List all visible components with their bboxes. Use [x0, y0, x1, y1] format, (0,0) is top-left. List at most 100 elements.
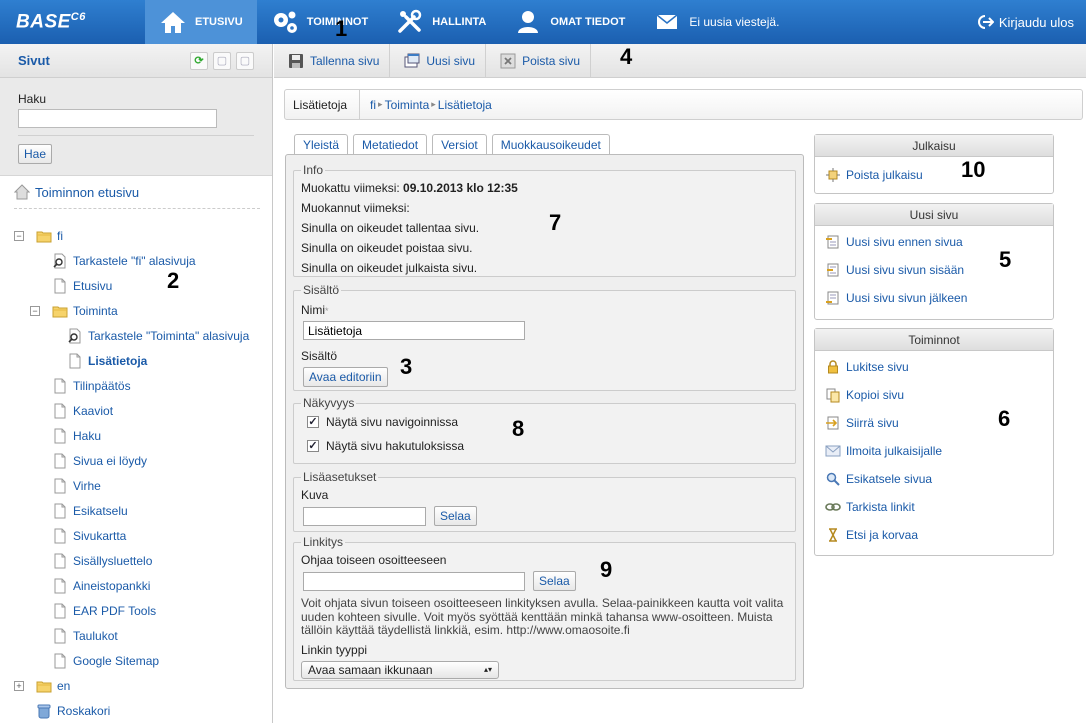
gears-icon: [271, 8, 299, 36]
tree-item[interactable]: Tarkastele "Toiminta" alasivuja: [67, 326, 249, 346]
delete-page-button[interactable]: Poista sivu: [486, 43, 592, 78]
save-page-button[interactable]: Tallenna sivu: [274, 43, 391, 78]
callout-4: 4: [620, 44, 633, 69]
collapse-toggle[interactable]: −: [30, 306, 40, 316]
tree-item[interactable]: Esikatselu: [52, 501, 128, 521]
new-window-icon: [404, 53, 420, 69]
link-type-value: Avaa samaan ikkunaan: [308, 662, 433, 677]
tree-item[interactable]: Tilinpäätös: [52, 376, 131, 396]
logout-link[interactable]: Kirjaudu ulos: [975, 0, 1074, 44]
tree-item-label: Sivukartta: [73, 529, 127, 543]
redirect-row: Selaa: [303, 571, 788, 591]
inspect-children-icon: [67, 328, 83, 344]
collapse-toggle[interactable]: −: [14, 231, 24, 241]
tree-item[interactable]: Taulukot: [52, 626, 118, 646]
preview-page-link[interactable]: Esikatsele sivua: [815, 465, 1053, 493]
callout-9: 9: [600, 557, 613, 582]
open-editor-button[interactable]: Avaa editoriin: [303, 367, 388, 387]
breadcrumb-toiminta[interactable]: Toiminta: [385, 98, 430, 112]
publish-panel-title: Julkaisu: [815, 135, 1053, 157]
page-icon: [52, 553, 68, 569]
page-icon: [52, 453, 68, 469]
tree-item[interactable]: Sivukartta: [52, 526, 126, 546]
logout-label: Kirjaudu ulos: [998, 14, 1074, 30]
refresh-button[interactable]: ⟳: [190, 51, 208, 70]
messages-link[interactable]: Ei uusia viestejä.: [639, 0, 793, 44]
actions-panel: Toiminnot Lukitse sivu Kopioi sivu Siirr…: [814, 328, 1054, 556]
show-in-search-checkbox[interactable]: ✓ Näytä sivu hakutuloksissa: [307, 439, 788, 453]
search-input[interactable]: [18, 109, 217, 128]
show-in-navigation-checkbox[interactable]: ✓ Näytä sivu navigoinnissa: [307, 415, 788, 429]
link-type-select[interactable]: Avaa samaan ikkunaan ▴▾: [301, 660, 499, 679]
search-button[interactable]: Hae: [18, 144, 53, 164]
tree-item[interactable]: Aineistopankki: [52, 576, 150, 596]
new-page-button[interactable]: Uusi sivu: [390, 43, 487, 78]
expand-toggle[interactable]: +: [14, 681, 24, 691]
collapse-all-button[interactable]: ▢: [236, 51, 254, 70]
nav-omat-tiedot-label: OMAT TIEDOT: [550, 16, 626, 28]
nav-omat-tiedot[interactable]: OMAT TIEDOT: [500, 0, 639, 44]
expand-icon: ▢: [216, 55, 228, 67]
expand-all-button[interactable]: ▢: [213, 51, 231, 70]
new-page-before-link[interactable]: Uusi sivu ennen sivua: [815, 228, 1053, 256]
visibility-section: Näkyvyys ✓ Näytä sivu navigoinnissa ✓ Näyt…: [293, 396, 796, 464]
tree-item[interactable]: Sivua ei löydy: [52, 451, 147, 471]
new-page-inside-link[interactable]: Uusi sivu sivun sisään: [815, 256, 1053, 284]
breadcrumb-fi[interactable]: fi: [370, 98, 376, 112]
function-home-link[interactable]: Toiminnon etusivu: [13, 184, 139, 200]
modified-by-label: Muokannut viimeksi:: [301, 201, 410, 215]
tree-item[interactable]: EAR PDF Tools: [52, 601, 156, 621]
notify-publisher-label: Ilmoita julkaisijalle: [846, 444, 943, 458]
new-page-label: Uusi sivu: [426, 53, 476, 68]
find-replace-label: Etsi ja korvaa: [846, 528, 919, 542]
tab-versiot[interactable]: Versiot: [432, 134, 487, 155]
messages-label: Ei uusia viestejä.: [689, 15, 780, 29]
tree-item[interactable]: Virhe: [52, 476, 101, 496]
tab-yleista[interactable]: Yleistä: [294, 134, 349, 156]
tab-metatiedot[interactable]: Metatiedot: [353, 134, 428, 155]
tree-item[interactable]: Haku: [52, 426, 101, 446]
lock-page-link[interactable]: Lukitse sivu: [815, 353, 1053, 381]
tree-item[interactable]: Roskakori: [36, 701, 110, 721]
extra-settings-section: Lisäasetukset Kuva Selaa: [293, 470, 796, 532]
unpublish-link[interactable]: Poista julkaisu: [815, 161, 1053, 189]
nav-etusivu[interactable]: ETUSIVU: [145, 0, 257, 44]
tree-item-label: Google Sitemap: [73, 654, 160, 668]
nav-toiminnot[interactable]: TOIMINNOT: [257, 0, 383, 44]
folder-icon: [52, 303, 68, 319]
modified-value: 09.10.2013 klo 12:35: [403, 181, 518, 195]
show-in-search-label: Näytä sivu hakutuloksissa: [326, 439, 465, 453]
tree-item[interactable]: Toiminta: [52, 301, 118, 321]
nav-hallinta[interactable]: HALLINTA: [382, 0, 500, 44]
base-logo[interactable]: BASEC6: [0, 11, 145, 33]
tab-muokkausoikeudet[interactable]: Muokkausoikeudet: [491, 134, 610, 155]
tree-item[interactable]: Google Sitemap: [52, 651, 159, 671]
tree-item[interactable]: Lisätietoja: [67, 351, 147, 371]
show-in-navigation-label: Näytä sivu navigoinnissa: [326, 415, 459, 429]
copy-page-link[interactable]: Kopioi sivu: [815, 381, 1053, 409]
check-links-link[interactable]: Tarkista linkit: [815, 493, 1053, 521]
unpublish-label: Poista julkaisu: [846, 168, 923, 182]
tree-item[interactable]: Sisällysluettelo: [52, 551, 152, 571]
page-icon: [52, 578, 68, 594]
tree-item[interactable]: Etusivu: [52, 276, 112, 296]
check-links-label: Tarkista linkit: [846, 500, 915, 514]
move-page-link[interactable]: Siirrä sivu: [815, 409, 1053, 437]
page-icon: [67, 353, 83, 369]
image-browse-button[interactable]: Selaa: [434, 506, 477, 526]
redirect-browse-button[interactable]: Selaa: [533, 571, 576, 591]
publish-panel: Julkaisu Poista julkaisu: [814, 134, 1054, 194]
new-page-after-link[interactable]: Uusi sivu sivun jälkeen: [815, 284, 1053, 312]
notify-publisher-link[interactable]: Ilmoita julkaisijalle: [815, 437, 1053, 465]
copy-page-label: Kopioi sivu: [846, 388, 905, 402]
name-input[interactable]: [303, 321, 525, 340]
breadcrumb-lisatietoja[interactable]: Lisätietoja: [438, 98, 492, 112]
redirect-input[interactable]: [303, 571, 525, 591]
tree-item[interactable]: Kaaviot: [52, 401, 113, 421]
tree-item[interactable]: en: [36, 676, 70, 696]
image-input[interactable]: [303, 506, 426, 526]
select-arrows-icon: ▴▾: [483, 665, 492, 674]
tree-item[interactable]: fi: [36, 226, 63, 246]
find-replace-link[interactable]: Etsi ja korvaa: [815, 521, 1053, 549]
search-divider: [18, 135, 254, 136]
